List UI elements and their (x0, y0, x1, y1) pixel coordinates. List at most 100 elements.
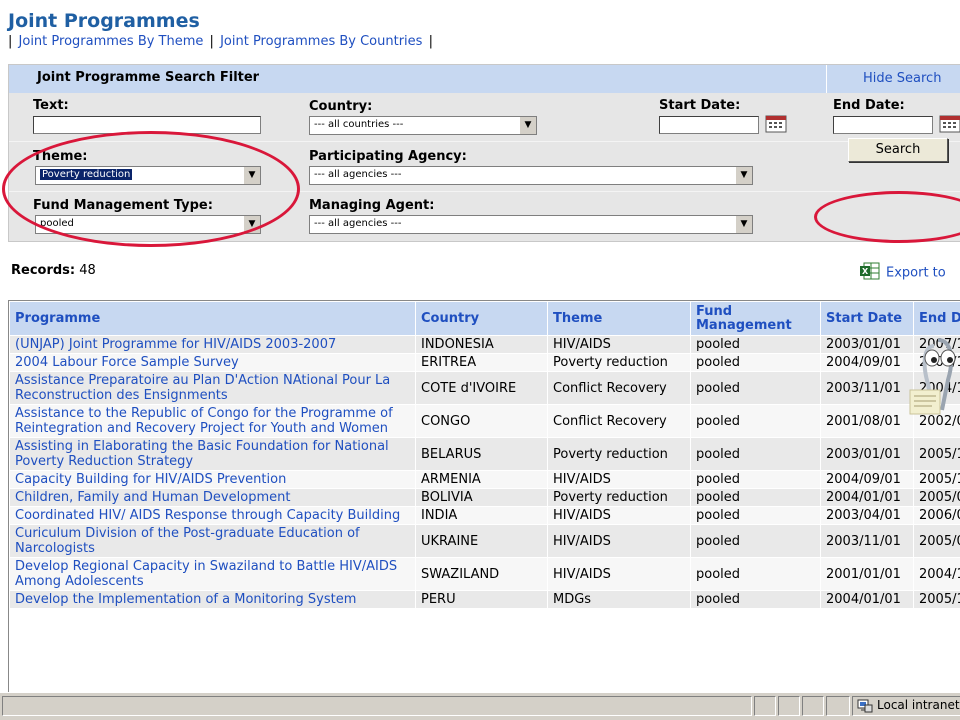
cell-start-date: 2003/01/01 (820, 437, 914, 471)
cell-theme: MDGs (547, 590, 691, 609)
programme-link[interactable]: (UNJAP) Joint Programme for HIV/AIDS 200… (15, 337, 336, 352)
excel-icon: X (860, 262, 880, 284)
cell-start-date: 2003/04/01 (820, 506, 914, 525)
link-by-theme[interactable]: Joint Programmes By Theme (19, 34, 204, 49)
programmes-table-container: Programme Country Theme Fund Management … (8, 300, 960, 692)
security-zone: Local intranet (852, 696, 960, 716)
cell-theme: Poverty reduction (547, 353, 691, 372)
programme-link[interactable]: Assisting in Elaborating the Basic Found… (15, 439, 389, 469)
cell-programme: Capacity Building for HIV/AIDS Preventio… (9, 470, 416, 489)
cell-start-date: 2004/01/01 (820, 590, 914, 609)
programme-link[interactable]: Coordinated HIV/ AIDS Response through C… (15, 508, 400, 523)
link-by-countries[interactable]: Joint Programmes By Countries (220, 34, 422, 49)
programme-link[interactable]: Curiculum Division of the Post-graduate … (15, 526, 360, 556)
export-link[interactable]: X Export to (860, 262, 946, 284)
nav-separator: | (8, 34, 13, 49)
cell-fund-management: pooled (690, 524, 821, 558)
country-select[interactable]: --- all countries --- ▼ (309, 116, 537, 135)
table-row: Children, Family and Human Development BO… (9, 488, 960, 507)
cell-start-date: 2004/09/01 (820, 470, 914, 489)
cell-programme: Assistance Preparatoire au Plan D'Action… (9, 371, 416, 405)
table-row: Coordinated HIV/ AIDS Response through C… (9, 506, 960, 525)
programme-link[interactable]: Capacity Building for HIV/AIDS Preventio… (15, 472, 286, 487)
cell-end-date: 2006/03/31 (913, 506, 960, 525)
svg-text:X: X (862, 267, 869, 276)
cell-programme: Curiculum Division of the Post-graduate … (9, 524, 416, 558)
cell-programme: 2004 Labour Force Sample Survey (9, 353, 416, 372)
cell-end-date: 2004/12/31 (913, 557, 960, 591)
chevron-down-icon[interactable]: ▼ (519, 117, 536, 134)
programme-link[interactable]: Develop the Implementation of a Monitori… (15, 592, 356, 607)
cell-theme: Poverty reduction (547, 488, 691, 507)
end-date-input[interactable] (833, 116, 933, 134)
column-header-start-date[interactable]: Start Date (820, 301, 914, 336)
cell-fund-management: pooled (690, 506, 821, 525)
cell-country: BELARUS (415, 437, 548, 471)
managing-agent-select[interactable]: --- all agencies --- ▼ (309, 215, 753, 234)
programme-link[interactable]: Assistance Preparatoire au Plan D'Action… (15, 373, 390, 403)
managing-select-value: --- all agencies --- (314, 218, 402, 229)
start-date-input[interactable] (659, 116, 759, 134)
column-header-programme[interactable]: Programme (9, 301, 416, 336)
programme-link[interactable]: Assistance to the Republic of Congo for … (15, 406, 393, 436)
cell-programme: (UNJAP) Joint Programme for HIV/AIDS 200… (9, 335, 416, 354)
table-row: Capacity Building for HIV/AIDS Preventio… (9, 470, 960, 489)
agency-select-value: --- all agencies --- (314, 169, 402, 180)
column-header-fund-management[interactable]: Fund Management (690, 301, 821, 336)
programme-link[interactable]: 2004 Labour Force Sample Survey (15, 355, 239, 370)
status-bar: Local intranet (0, 692, 960, 720)
intranet-icon (857, 699, 873, 713)
security-zone-label: Local intranet (877, 698, 960, 712)
column-header-theme[interactable]: Theme (547, 301, 691, 336)
nav-separator: | (209, 34, 214, 49)
nav-separator: | (428, 34, 433, 49)
table-row: Develop the Implementation of a Monitori… (9, 590, 960, 609)
cell-fund-management: pooled (690, 437, 821, 471)
cell-country: INDIA (415, 506, 548, 525)
cell-fund-management: pooled (690, 404, 821, 438)
calendar-icon[interactable] (765, 115, 787, 133)
participating-agency-label: Participating Agency: (309, 149, 467, 164)
end-date-label: End Date: (833, 98, 905, 113)
cell-programme: Coordinated HIV/ AIDS Response through C… (9, 506, 416, 525)
cell-end-date: 2005/06/30 (913, 524, 960, 558)
records-value: 48 (79, 263, 96, 278)
cell-end-date: 2005/12/31 (913, 470, 960, 489)
export-label[interactable]: Export to (886, 266, 946, 281)
cell-country: ARMENIA (415, 470, 548, 489)
column-header-country[interactable]: Country (415, 301, 548, 336)
cell-theme: HIV/AIDS (547, 470, 691, 489)
cell-country: INDONESIA (415, 335, 548, 354)
table-row: Curiculum Division of the Post-graduate … (9, 524, 960, 558)
cell-fund-management: pooled (690, 353, 821, 372)
cell-programme: Develop the Implementation of a Monitori… (9, 590, 416, 609)
office-assistant-icon[interactable] (908, 330, 960, 420)
filter-heading: Joint Programme Search Filter (9, 65, 827, 93)
cell-fund-management: pooled (690, 488, 821, 507)
hide-search-link[interactable]: Hide Search (827, 65, 960, 93)
cell-theme: HIV/AIDS (547, 506, 691, 525)
cell-theme: Conflict Recovery (547, 404, 691, 438)
participating-agency-select[interactable]: --- all agencies --- ▼ (309, 166, 753, 185)
calendar-icon[interactable] (939, 115, 960, 133)
status-pane (754, 696, 776, 716)
cell-programme: Develop Regional Capacity in Swaziland t… (9, 557, 416, 591)
programme-link[interactable]: Children, Family and Human Development (15, 490, 290, 505)
cell-fund-management: pooled (690, 335, 821, 354)
cell-country: UKRAINE (415, 524, 548, 558)
chevron-down-icon[interactable]: ▼ (735, 167, 752, 184)
chevron-down-icon[interactable]: ▼ (735, 216, 752, 233)
programme-link[interactable]: Develop Regional Capacity in Swaziland t… (15, 559, 397, 589)
search-button[interactable]: Search (848, 138, 948, 162)
country-label: Country: (309, 99, 373, 114)
cell-end-date: 2005/06/30 (913, 488, 960, 507)
cell-country: CONGO (415, 404, 548, 438)
cell-start-date: 2003/11/01 (820, 371, 914, 405)
records-label: Records: (11, 263, 76, 278)
cell-fund-management: pooled (690, 590, 821, 609)
table-row: Assistance Preparatoire au Plan D'Action… (9, 371, 960, 405)
cell-country: PERU (415, 590, 548, 609)
page-title: Joint Programmes (8, 10, 200, 32)
cell-programme: Assisting in Elaborating the Basic Found… (9, 437, 416, 471)
records-count: Records: 48 (11, 263, 96, 278)
